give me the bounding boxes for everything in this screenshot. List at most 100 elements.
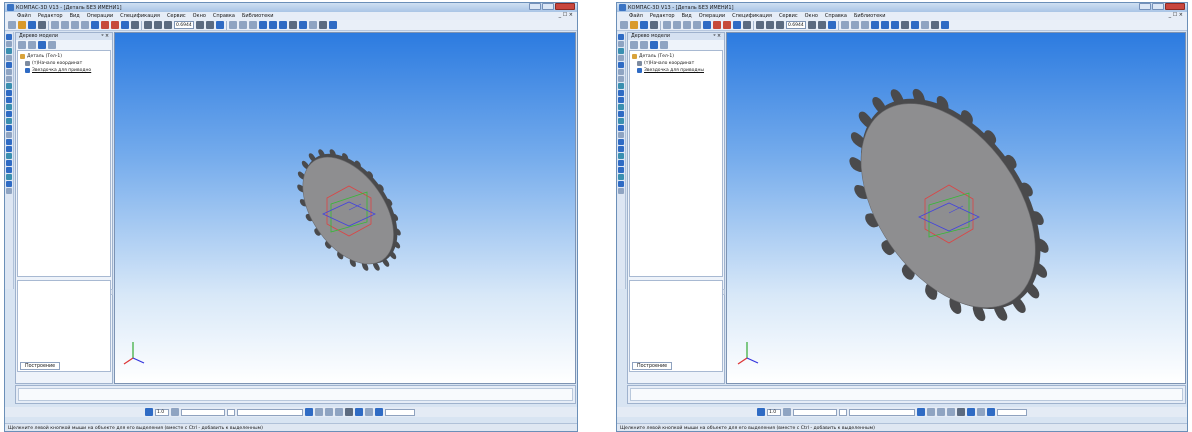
zoom-in-icon[interactable]: [756, 21, 764, 29]
auxiliary-geometry-icon[interactable]: [6, 62, 12, 68]
hidden-lines-icon[interactable]: [851, 21, 859, 29]
dimensions-icon[interactable]: [618, 69, 624, 75]
minimize-button[interactable]: [529, 3, 541, 10]
selection-icon[interactable]: [967, 408, 975, 416]
ortho-icon[interactable]: [947, 408, 955, 416]
help-pointer-icon[interactable]: [743, 21, 751, 29]
sketch-icon[interactable]: [941, 21, 949, 29]
menu-help[interactable]: Справка: [213, 13, 235, 19]
close-button[interactable]: [555, 3, 575, 10]
menu-libraries[interactable]: Библиотеки: [242, 13, 274, 19]
library-icon[interactable]: [309, 21, 317, 29]
chamfer-icon[interactable]: [6, 146, 12, 152]
orientation-state-icon[interactable]: [927, 408, 935, 416]
properties-icon[interactable]: [91, 21, 99, 29]
tree-view-icon[interactable]: [18, 40, 26, 49]
new-document-icon[interactable]: [8, 21, 16, 29]
local-cs-icon[interactable]: [977, 408, 985, 416]
state-field[interactable]: [997, 408, 1027, 416]
coordinate-field[interactable]: [849, 408, 915, 416]
halftone-icon[interactable]: [249, 21, 257, 29]
tree-node-sprocket[interactable]: Звездочка для приводны: [632, 67, 720, 74]
menu-libraries[interactable]: Библиотеки: [854, 13, 886, 19]
shell-icon[interactable]: [618, 153, 624, 159]
pan-icon[interactable]: [196, 21, 204, 29]
tree-node-part[interactable]: Деталь (Тел-1): [20, 53, 108, 60]
sketch-icon[interactable]: [329, 21, 337, 29]
redo-icon[interactable]: [723, 21, 731, 29]
highlight-icon[interactable]: [987, 408, 995, 416]
filter-icon[interactable]: [289, 21, 297, 29]
edit-part-icon[interactable]: [6, 34, 12, 40]
zoom-window-icon[interactable]: [776, 21, 784, 29]
wireframe-icon[interactable]: [229, 21, 237, 29]
selection-icon[interactable]: [355, 408, 363, 416]
dimensions-icon[interactable]: [6, 69, 12, 75]
zoom-window-icon[interactable]: [164, 21, 172, 29]
properties-icon[interactable]: [703, 21, 711, 29]
ortho-icon[interactable]: [335, 408, 343, 416]
sheet-body-icon[interactable]: [618, 97, 624, 103]
draft-icon[interactable]: [618, 174, 624, 180]
report-icon[interactable]: [931, 21, 939, 29]
preview-icon[interactable]: [51, 21, 59, 29]
measure-icon[interactable]: [911, 21, 919, 29]
3d-viewport[interactable]: [114, 32, 576, 384]
tree-filter-icon[interactable]: [650, 40, 658, 49]
split-icon[interactable]: [618, 188, 624, 194]
step-field[interactable]: 1.0: [155, 408, 169, 416]
snap-icon[interactable]: [305, 408, 313, 416]
hole-icon[interactable]: [618, 167, 624, 173]
tree-structure-icon[interactable]: [28, 40, 36, 49]
dropdown-field[interactable]: [227, 408, 235, 416]
menu-edit[interactable]: Редактор: [650, 13, 675, 19]
shaded-icon[interactable]: [259, 21, 267, 29]
menu-file[interactable]: Файл: [17, 13, 31, 19]
sweep-icon[interactable]: [6, 118, 12, 124]
tab-construction[interactable]: Построение: [632, 362, 673, 370]
snap-icon[interactable]: [917, 408, 925, 416]
open-folder-icon[interactable]: [630, 21, 638, 29]
revolve-icon[interactable]: [618, 111, 624, 117]
menu-window[interactable]: Окно: [805, 13, 818, 19]
minimize-button[interactable]: [1139, 3, 1151, 10]
arrays-icon[interactable]: [6, 55, 12, 61]
title-bar[interactable]: КОМПАС-3D V13 - [Деталь БЕЗ ИМЕНИ1]: [617, 3, 1187, 12]
zoom-out-icon[interactable]: [766, 21, 774, 29]
edit-part-icon[interactable]: [618, 34, 624, 40]
loft-icon[interactable]: [618, 125, 624, 131]
maximize-button[interactable]: [1152, 3, 1164, 10]
dropdown-icon[interactable]: [783, 408, 791, 416]
coordinate-field[interactable]: [237, 408, 303, 416]
surfaces-icon[interactable]: [618, 48, 624, 54]
dropdown-icon[interactable]: [171, 408, 179, 416]
revolve-icon[interactable]: [6, 111, 12, 117]
mirror-icon[interactable]: [618, 181, 624, 187]
surfaces-icon[interactable]: [6, 48, 12, 54]
measure-tool-icon[interactable]: [618, 83, 624, 89]
filter-tool-icon[interactable]: [6, 90, 12, 96]
help-pointer-icon[interactable]: [131, 21, 139, 29]
fillet-icon[interactable]: [6, 139, 12, 145]
auxiliary-geometry-icon[interactable]: [618, 62, 624, 68]
zoom-in-icon[interactable]: [144, 21, 152, 29]
layer-field[interactable]: [793, 408, 837, 416]
filter-tool-icon[interactable]: [618, 90, 624, 96]
manager-icon[interactable]: [733, 21, 741, 29]
menu-service[interactable]: Сервис: [167, 13, 186, 19]
rotate-icon[interactable]: [818, 21, 826, 29]
arrays-icon[interactable]: [618, 55, 624, 61]
sweep-icon[interactable]: [618, 118, 624, 124]
measure-tool-icon[interactable]: [6, 83, 12, 89]
split-icon[interactable]: [6, 188, 12, 194]
tree-node-origin[interactable]: (т)Начало координат: [20, 60, 108, 67]
menu-view[interactable]: Вид: [682, 13, 692, 19]
panel-pin-close[interactable]: ᵠ ×: [713, 33, 721, 40]
rib-icon[interactable]: [618, 160, 624, 166]
zoom-scale-field[interactable]: 0.6944: [786, 21, 806, 29]
menu-specification[interactable]: Спецификация: [732, 13, 772, 19]
cut-icon[interactable]: [673, 21, 681, 29]
fillet-icon[interactable]: [618, 139, 624, 145]
open-folder-icon[interactable]: [18, 21, 26, 29]
perspective-icon[interactable]: [279, 21, 287, 29]
